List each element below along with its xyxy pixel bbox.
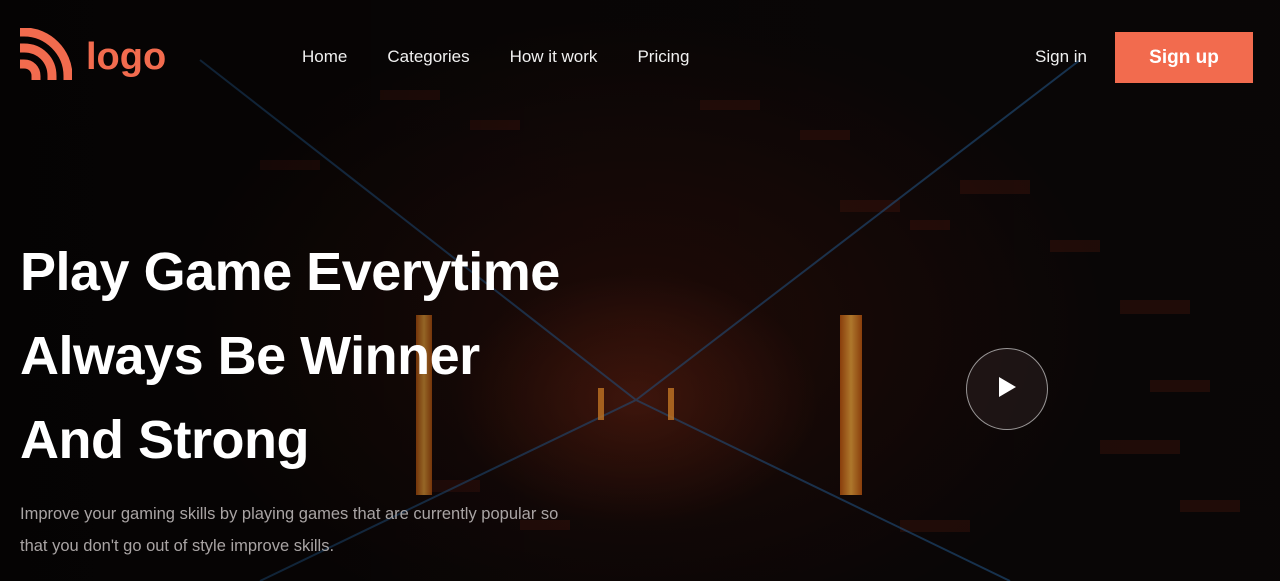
sign-in-link[interactable]: Sign in (1035, 47, 1087, 67)
play-icon (996, 375, 1018, 404)
nav-pricing[interactable]: Pricing (637, 47, 689, 67)
logo[interactable]: logo (19, 27, 167, 85)
headline-line-2: Always Be Winner (20, 326, 480, 386)
hero-subtitle: Improve your gaming skills by playing ga… (20, 505, 559, 555)
logo-text: logo (86, 35, 167, 78)
headline-line-1: Play Game Everytime (20, 242, 560, 302)
sign-up-button[interactable]: Sign up (1115, 32, 1253, 83)
headline-line-3: And Strong (20, 410, 309, 470)
hero-headline: Play Game Everytime Always Be Winner And… (20, 230, 560, 482)
nav-home[interactable]: Home (302, 47, 347, 67)
nav-categories[interactable]: Categories (387, 47, 469, 67)
main-menu: Home Categories How it work Pricing (302, 47, 729, 67)
hero-section: logo Home Categories How it work Pricing… (0, 0, 1280, 581)
top-navigation: logo Home Categories How it work Pricing… (0, 0, 1280, 110)
rss-logo-icon (19, 27, 73, 85)
nav-how-it-work[interactable]: How it work (510, 47, 598, 67)
play-video-button[interactable] (966, 348, 1048, 430)
